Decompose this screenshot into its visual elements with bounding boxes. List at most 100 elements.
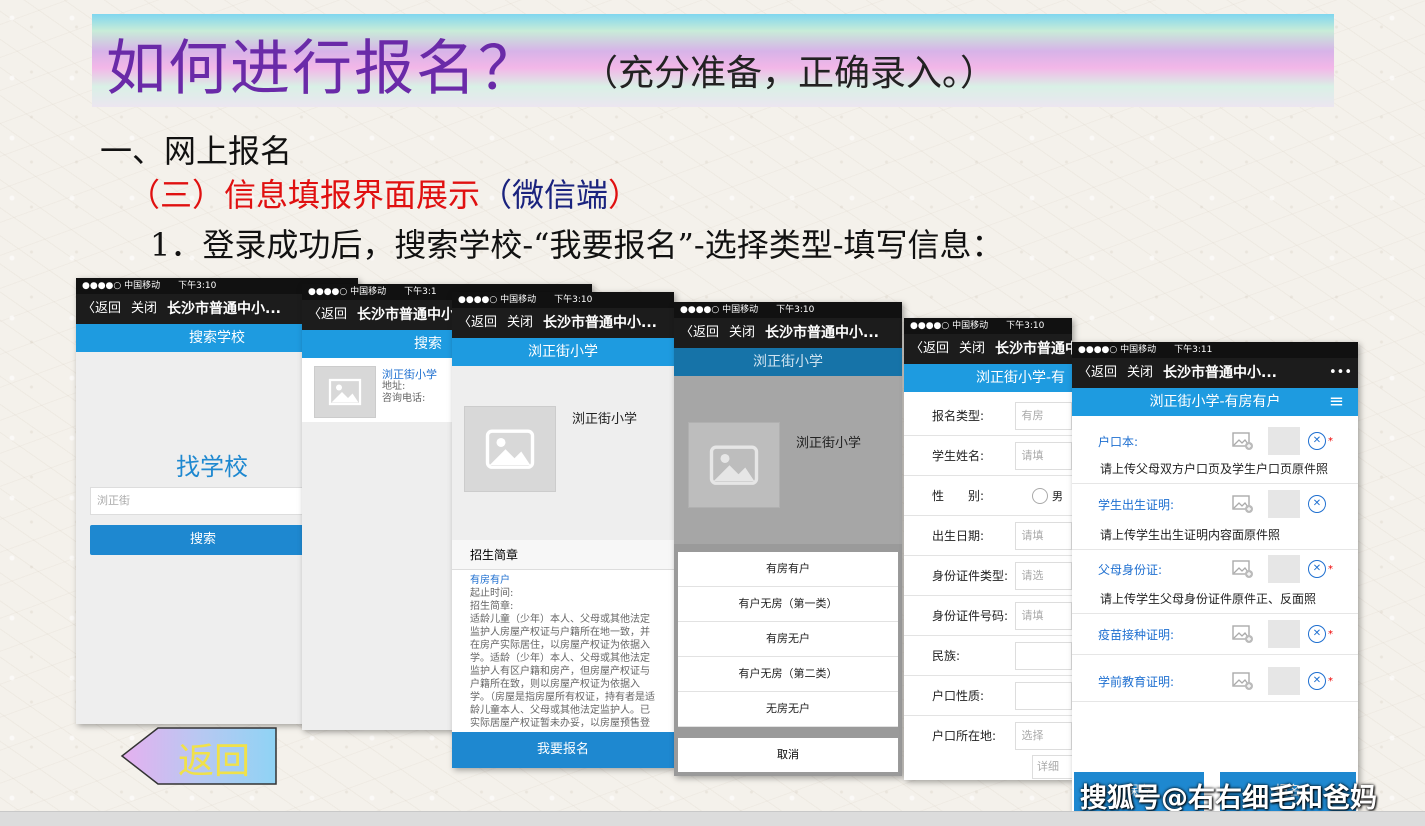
required-mark: * <box>1328 563 1333 575</box>
close-link[interactable]: 关闭 <box>729 318 755 348</box>
school-name: 浏正街小学 <box>796 436 862 451</box>
preview-box <box>1268 490 1300 518</box>
footer-bar <box>0 811 1425 826</box>
back-link[interactable]: 〈返回 <box>458 308 497 338</box>
type-field[interactable]: 有房 <box>1014 401 1072 430</box>
doc-label: 疫苗接种证明: <box>1098 627 1175 642</box>
back-link[interactable]: 〈返回 <box>308 300 347 330</box>
more-icon[interactable]: ••• <box>1329 358 1352 388</box>
form-row: 身份证件号码: 请填 <box>904 596 1072 636</box>
back-link[interactable]: 〈返回 <box>910 334 949 364</box>
remove-icon[interactable]: ✕ <box>1308 560 1326 578</box>
form-row: 户口所在地: 选择 <box>904 716 1072 755</box>
nav-title: 长沙市普通中小... <box>543 315 657 331</box>
nav-title: 长沙市普通中小... <box>995 341 1072 357</box>
name-field[interactable]: 请填 <box>1014 441 1072 470</box>
image-upload-icon[interactable] <box>1232 625 1254 643</box>
doc-label: 学生出生证明: <box>1098 497 1175 512</box>
back-link[interactable]: 〈返回 <box>680 318 719 348</box>
phone-label: 咨询电话: <box>382 393 426 404</box>
back-link[interactable]: 〈返回 <box>82 294 121 324</box>
start-time-label: 起止时间: <box>470 588 514 599</box>
image-upload-icon[interactable] <box>1232 560 1254 578</box>
ethnicity-field[interactable] <box>1014 641 1072 670</box>
phone-upload-docs: ●●●●○ 中国移动 下午3:11 〈返回 关闭 长沙市普通中小... ••• 浏正街… <box>1072 342 1358 812</box>
doc-label: 父母身份证: <box>1098 562 1163 577</box>
intro-body: 适龄儿童（少年）本人、父母或其他法定监护人房屋产权证与户籍所在地一致，并在房产实… <box>470 614 655 728</box>
close-link[interactable]: 关闭 <box>959 334 985 364</box>
form-row: 身份证件类型: 请选 <box>904 556 1072 596</box>
image-placeholder-icon <box>688 422 780 508</box>
section-title: 招生简章 <box>452 540 674 570</box>
school-name: 浏正街小学 <box>572 412 638 427</box>
form-fields: 报名类型: 有房 学生姓名: 请填 性 别: 男 出生日期: 请填 身份证件类型: 请选 … <box>904 392 1072 779</box>
id-type-field[interactable]: 请选 <box>1014 561 1072 590</box>
doc-label: 户口本: <box>1098 434 1139 449</box>
search-input[interactable]: 浏正街 <box>90 487 318 515</box>
phone-school-detail: ●●●●○ 中国移动 下午3:10 〈返回 关闭 长沙市普通中小... 浏正街小学 … <box>452 292 674 768</box>
remove-icon[interactable]: ✕ <box>1308 625 1326 643</box>
form-row: 出生日期: 请填 <box>904 516 1072 556</box>
remove-icon[interactable]: ✕ <box>1308 495 1326 513</box>
remove-icon[interactable]: ✕ <box>1308 432 1326 450</box>
image-upload-icon[interactable] <box>1232 432 1254 450</box>
page-header: 浏正街小学 <box>674 348 902 376</box>
menu-icon[interactable]: ≡ <box>1329 388 1344 416</box>
option-item[interactable]: 无房无户 <box>678 692 898 727</box>
doc-description: 请上传父母双方户口页及学生户口页原件照 <box>1072 458 1358 484</box>
close-link[interactable]: 关闭 <box>1127 358 1153 388</box>
search-button[interactable]: 搜索 <box>90 525 316 555</box>
close-link[interactable]: 关闭 <box>507 308 533 338</box>
option-item[interactable]: 有房无户 <box>678 622 898 657</box>
back-label: 返回 <box>178 741 251 782</box>
nav-title: 长沙市普通中小... <box>167 301 281 317</box>
apply-button[interactable]: 我要报名 <box>452 732 674 768</box>
nav-bar: 〈返回关闭长沙市普通中小... <box>452 308 674 338</box>
hukou-type-field[interactable] <box>1014 681 1072 710</box>
image-upload-icon[interactable] <box>1232 495 1254 513</box>
preview-box <box>1268 667 1300 695</box>
dimmed-school-card: 浏正街小学 <box>674 376 902 544</box>
address-detail-field[interactable]: 详细 <box>1032 755 1072 779</box>
nav-bar: 〈返回 关闭 长沙市普通中小... ••• <box>1072 358 1358 388</box>
subsection-heading: （三）信息填报界面展示（微信端） <box>128 170 640 216</box>
type-link[interactable]: 有房有户 <box>470 574 656 587</box>
close-link[interactable]: 关闭 <box>131 294 157 324</box>
remove-icon[interactable]: ✕ <box>1308 672 1326 690</box>
cancel-button[interactable]: 取消 <box>678 738 898 772</box>
hukou-location-field[interactable]: 选择 <box>1014 721 1072 750</box>
back-link[interactable]: 〈返回 <box>1078 358 1117 388</box>
upload-row: 父母身份证: ✕ * <box>1072 550 1358 588</box>
form-row: 学生姓名: 请填 <box>904 436 1072 476</box>
option-item[interactable]: 有户无房（第二类） <box>678 657 898 692</box>
nav-title: 长沙市普通中小... <box>765 325 879 341</box>
section-heading: 一、网上报名 <box>100 132 293 170</box>
option-item[interactable]: 有房有户 <box>678 552 898 587</box>
title-banner: 如何进行报名？ （充分准备，正确录入。） <box>92 14 1334 107</box>
phone-info-form: ●●●●○ 中国移动 下午3:10 〈返回关闭长沙市普通中小... 浏正街小学-… <box>904 318 1072 780</box>
image-placeholder-icon <box>464 406 556 492</box>
option-item[interactable]: 有户无房（第一类） <box>678 587 898 622</box>
gender-radio[interactable]: 男 <box>1032 487 1063 504</box>
nav-title: 长沙市普通中小... <box>1163 365 1277 381</box>
school-info-card: 浏正街小学 <box>452 366 674 540</box>
doc-description: 请上传学生出生证明内容面原件照 <box>1072 524 1358 550</box>
image-upload-icon[interactable] <box>1232 672 1254 690</box>
nav-bar: 〈返回关闭长沙市普通中小... <box>904 334 1072 364</box>
form-row: 户口性质: <box>904 676 1072 716</box>
preview-box <box>1268 555 1300 583</box>
id-number-field[interactable]: 请填 <box>1014 601 1072 630</box>
upload-row: 户口本: ✕ * <box>1072 424 1358 458</box>
find-school-heading: 找学校 <box>176 453 248 481</box>
subsection-dark: （微信端 <box>480 176 609 214</box>
intro-label: 招生简章: <box>470 601 514 612</box>
type-options-sheet: 有房有户 有户无房（第一类） 有房无户 有户无房（第二类） 无房无户 <box>678 552 898 727</box>
birth-date-field[interactable]: 请填 <box>1014 521 1072 550</box>
page-header: 浏正街小学-有房有户 ≡ <box>1072 388 1358 416</box>
back-arrow-button[interactable]: 返回 <box>120 726 278 786</box>
preview-box <box>1268 620 1300 648</box>
brief-content: 有房有户 起止时间: 招生简章: 适龄儿童（少年）本人、父母或其他法定监护人房屋… <box>452 570 674 728</box>
phone-type-select: ●●●●○ 中国移动 下午3:10 〈返回 关闭 长沙市普通中小... 浏正街小学 … <box>674 302 902 776</box>
upload-row: 学生出生证明: ✕ <box>1072 484 1358 524</box>
subsection-close: ） <box>608 176 641 214</box>
